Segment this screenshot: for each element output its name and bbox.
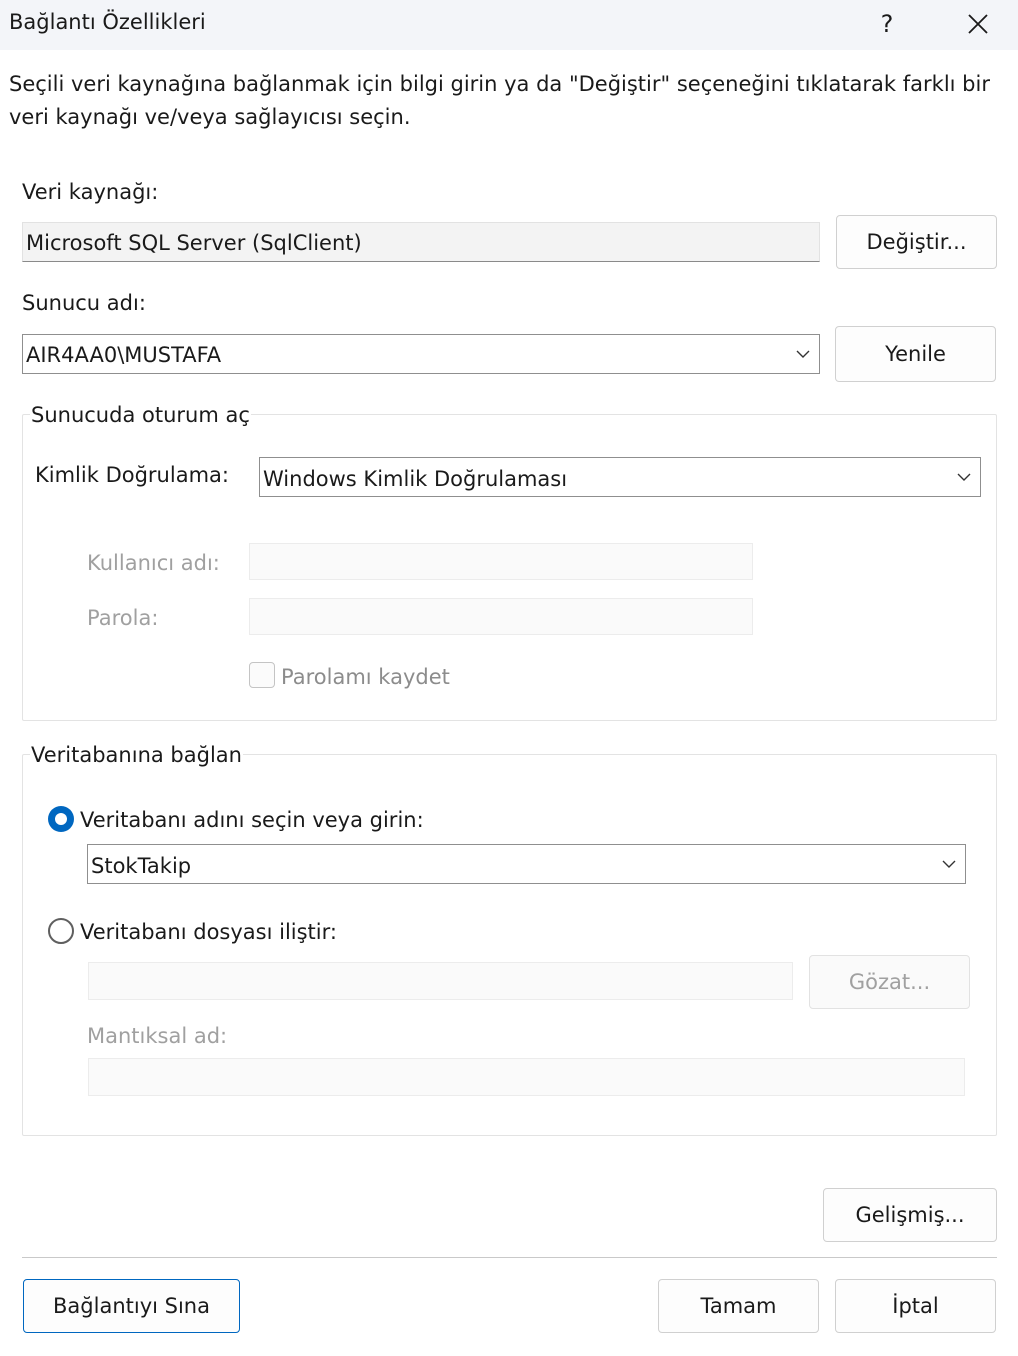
attach-file-input[interactable]	[88, 962, 793, 1000]
chevron-down-icon[interactable]	[795, 335, 811, 373]
footer-divider	[22, 1257, 997, 1258]
attach-file-radio[interactable]	[48, 918, 74, 944]
server-name-value: AIR4AA0\MUSTAFA	[26, 343, 222, 367]
password-input[interactable]	[249, 598, 753, 635]
close-icon	[968, 14, 988, 34]
data-source-label: Veri kaynağı:	[22, 180, 159, 204]
refresh-button[interactable]: Yenile	[835, 326, 996, 382]
select-database-radio[interactable]	[48, 806, 74, 832]
intro-text: Seçili veri kaynağına bağlanmak için bil…	[9, 72, 990, 129]
data-source-field: Microsoft SQL Server (SqlClient)	[22, 222, 820, 262]
logical-name-input[interactable]	[88, 1058, 965, 1096]
logon-group-title: Sunucuda oturum aç	[30, 403, 251, 427]
ok-button[interactable]: Tamam	[658, 1279, 819, 1333]
username-input[interactable]	[249, 543, 753, 580]
help-button[interactable]: ?	[866, 4, 908, 44]
auth-combo[interactable]: Windows Kimlik Doğrulaması	[259, 457, 981, 497]
select-database-label: Veritabanı adını seçin veya girin:	[80, 808, 424, 832]
close-button[interactable]	[956, 4, 1000, 44]
save-password-label: Parolamı kaydet	[281, 665, 450, 689]
auth-value: Windows Kimlik Doğrulaması	[263, 467, 568, 491]
password-label: Parola:	[87, 606, 159, 630]
chevron-down-icon[interactable]	[941, 845, 957, 883]
advanced-button[interactable]: Gelişmiş...	[823, 1188, 997, 1242]
change-button[interactable]: Değiştir...	[836, 215, 997, 269]
database-group-title: Veritabanına bağlan	[30, 743, 243, 767]
test-connection-button[interactable]: Bağlantıyı Sına	[23, 1279, 240, 1333]
cancel-button[interactable]: İptal	[835, 1279, 996, 1333]
browse-button[interactable]: Gözat...	[809, 955, 970, 1009]
logical-name-label: Mantıksal ad:	[87, 1024, 228, 1048]
database-combo[interactable]: StokTakip	[87, 844, 966, 884]
save-password-checkbox[interactable]	[249, 662, 275, 688]
username-label: Kullanıcı adı:	[87, 551, 220, 575]
database-value: StokTakip	[91, 854, 192, 878]
chevron-down-icon[interactable]	[956, 458, 972, 496]
server-name-label: Sunucu adı:	[22, 291, 146, 315]
auth-label: Kimlik Doğrulama:	[35, 463, 229, 487]
attach-file-label: Veritabanı dosyası iliştir:	[80, 920, 337, 944]
window-title: Bağlantı Özellikleri	[9, 10, 206, 34]
server-name-combo[interactable]: AIR4AA0\MUSTAFA	[22, 334, 820, 374]
